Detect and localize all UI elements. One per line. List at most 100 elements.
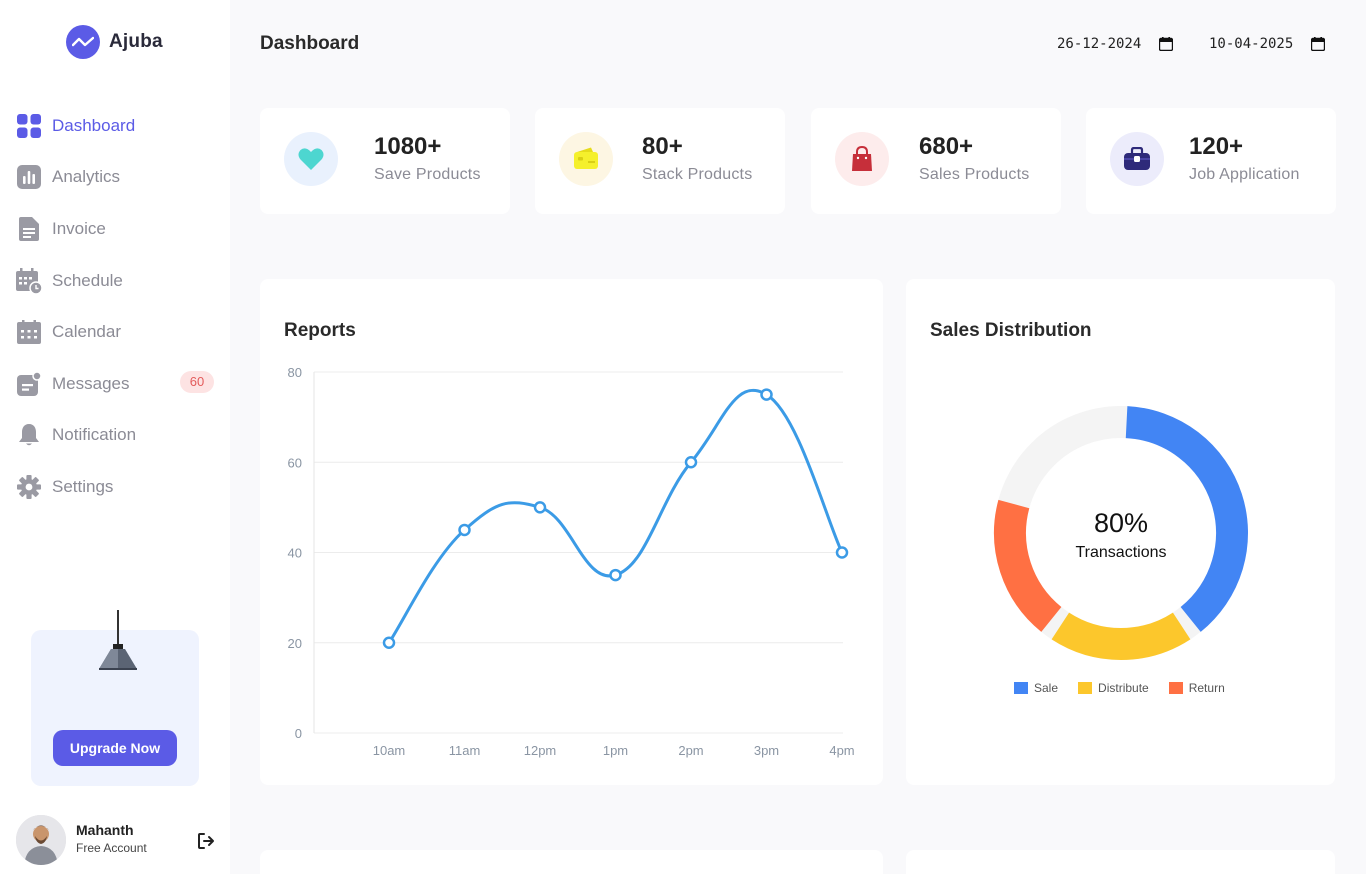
sidebar-item-label: Dashboard <box>52 115 136 135</box>
data-point[interactable] <box>533 501 547 514</box>
data-point[interactable] <box>760 388 773 401</box>
lamp-wire <box>117 610 119 646</box>
legend-item-sale[interactable]: Sale <box>1014 681 1058 695</box>
avatar[interactable] <box>16 815 66 865</box>
stat-label: Job Application <box>1189 166 1300 183</box>
start-date-input[interactable]: 26-12-2024 <box>1057 33 1174 55</box>
logout-icon[interactable] <box>196 831 216 851</box>
stat-label: Sales Products <box>919 166 1030 183</box>
end-date-value: 10-04-2025 <box>1209 36 1294 52</box>
x-tick-label: 4pm <box>829 743 854 758</box>
stat-label: Save Products <box>374 166 481 183</box>
data-point[interactable] <box>835 546 849 559</box>
legend-item-distribute[interactable]: Distribute <box>1078 681 1149 695</box>
briefcase-icon <box>1110 132 1164 186</box>
stat-card-job-application: 120+ Job Application <box>1086 108 1336 214</box>
stat-value: 80+ <box>642 133 683 160</box>
stat-value: 120+ <box>1189 133 1244 160</box>
data-point[interactable] <box>684 456 698 469</box>
y-tick-label: 40 <box>288 546 302 561</box>
sales-distribution-panel: Sales Distribution 80% Transactions Sale… <box>906 279 1335 785</box>
sidebar: Ajuba Dashboard Analytics Invoice Schedu… <box>0 0 230 874</box>
sidebar-item-label: Calendar <box>52 322 121 342</box>
sidebar-item-notification[interactable]: Notification <box>16 410 216 462</box>
sidebar-item-label: Messages <box>52 373 130 393</box>
sidebar-item-analytics[interactable]: Analytics <box>16 152 216 204</box>
series-line <box>387 388 844 644</box>
chart-legend: Sale Distribute Return <box>1014 681 1225 695</box>
bottom-right-panel <box>906 850 1335 874</box>
gear-icon <box>16 474 42 500</box>
stat-card-stack-products: 80+ Stack Products <box>535 108 785 214</box>
user-profile: Mahanth Free Account <box>16 815 216 867</box>
calendar-icon <box>16 319 42 345</box>
calendar-clock-icon <box>16 267 42 294</box>
sidebar-nav: Dashboard Analytics Invoice Schedule Cal… <box>16 100 216 513</box>
stat-card-save-products: 1080+ Save Products <box>260 108 510 214</box>
sidebar-item-settings[interactable]: Settings <box>16 461 216 513</box>
brand-name: Ajuba <box>109 31 163 52</box>
x-tick-label: 1pm <box>603 743 628 758</box>
sidebar-item-schedule[interactable]: Schedule <box>16 255 216 307</box>
legend-label: Return <box>1188 681 1225 695</box>
x-tick-label: 12pm <box>524 743 557 758</box>
legend-swatch <box>1078 682 1093 694</box>
y-tick-label: 20 <box>288 636 302 651</box>
x-tick-label: 10am <box>373 743 406 758</box>
x-tick-label: 3pm <box>754 743 779 758</box>
wallet-icon <box>559 132 613 186</box>
sidebar-item-label: Notification <box>52 425 137 445</box>
sidebar-item-label: Invoice <box>52 218 106 238</box>
upgrade-promo-card: Upgrade Now <box>31 610 199 786</box>
bell-icon <box>16 422 42 448</box>
message-icon <box>16 371 42 397</box>
brand[interactable]: Ajuba <box>66 25 163 59</box>
y-tick-label: 0 <box>295 726 302 741</box>
stat-label: Stack Products <box>642 166 753 183</box>
heart-icon <box>284 132 338 186</box>
data-point[interactable] <box>382 636 396 649</box>
reports-line-chart: 0 20 40 60 80 10am 11am 12pm 1pm 2pm 3pm 4pm <box>288 365 855 758</box>
x-tick-label: 2pm <box>678 743 703 758</box>
calendar-icon[interactable] <box>1311 37 1326 51</box>
data-point[interactable] <box>458 523 471 537</box>
bottom-left-panel <box>260 850 883 874</box>
start-date-value: 26-12-2024 <box>1057 36 1142 52</box>
x-tick-label: 11am <box>449 743 481 758</box>
shopping-bag-icon <box>835 132 889 186</box>
legend-label: Distribute <box>1098 681 1149 695</box>
stat-value: 1080+ <box>374 133 442 160</box>
page-title: Dashboard <box>260 33 360 54</box>
donut-center-label: Transactions <box>1075 544 1167 561</box>
calendar-icon[interactable] <box>1159 37 1174 51</box>
document-icon <box>16 216 42 242</box>
legend-item-return[interactable]: Return <box>1168 681 1225 695</box>
data-point[interactable] <box>609 568 622 582</box>
upgrade-now-button[interactable]: Upgrade Now <box>53 730 177 766</box>
sidebar-item-label: Settings <box>52 476 114 496</box>
legend-swatch <box>1168 682 1183 694</box>
y-tick-label: 80 <box>288 365 302 380</box>
brand-logo-icon <box>66 25 100 59</box>
sidebar-item-label: Analytics <box>52 167 121 187</box>
user-plan: Free Account <box>76 841 147 855</box>
donut-slice-distribute[interactable] <box>1051 612 1191 660</box>
end-date-input[interactable]: 10-04-2025 <box>1209 33 1326 55</box>
sidebar-item-dashboard[interactable]: Dashboard <box>16 100 216 152</box>
sidebar-item-invoice[interactable]: Invoice <box>16 203 216 255</box>
reports-panel: Reports 0 20 40 60 80 10am 11am 12pm 1pm 2pm 3pm 4p… <box>260 279 883 785</box>
legend-swatch <box>1014 682 1028 694</box>
messages-count-badge: 60 <box>180 370 214 393</box>
stat-card-sales-products: 680+ Sales Products <box>811 108 1061 214</box>
bar-chart-icon <box>16 164 42 190</box>
sidebar-item-label: Schedule <box>52 270 123 290</box>
y-tick-label: 60 <box>288 455 302 470</box>
sidebar-item-calendar[interactable]: Calendar <box>16 306 216 358</box>
donut-center-value: 80% <box>1093 508 1149 538</box>
stat-value: 680+ <box>919 133 974 160</box>
sidebar-item-messages[interactable]: Messages 60 <box>16 358 216 410</box>
user-name: Mahanth <box>76 822 134 838</box>
grid-icon <box>16 113 42 139</box>
lamp-icon <box>98 644 138 675</box>
legend-label: Sale <box>1034 681 1059 695</box>
